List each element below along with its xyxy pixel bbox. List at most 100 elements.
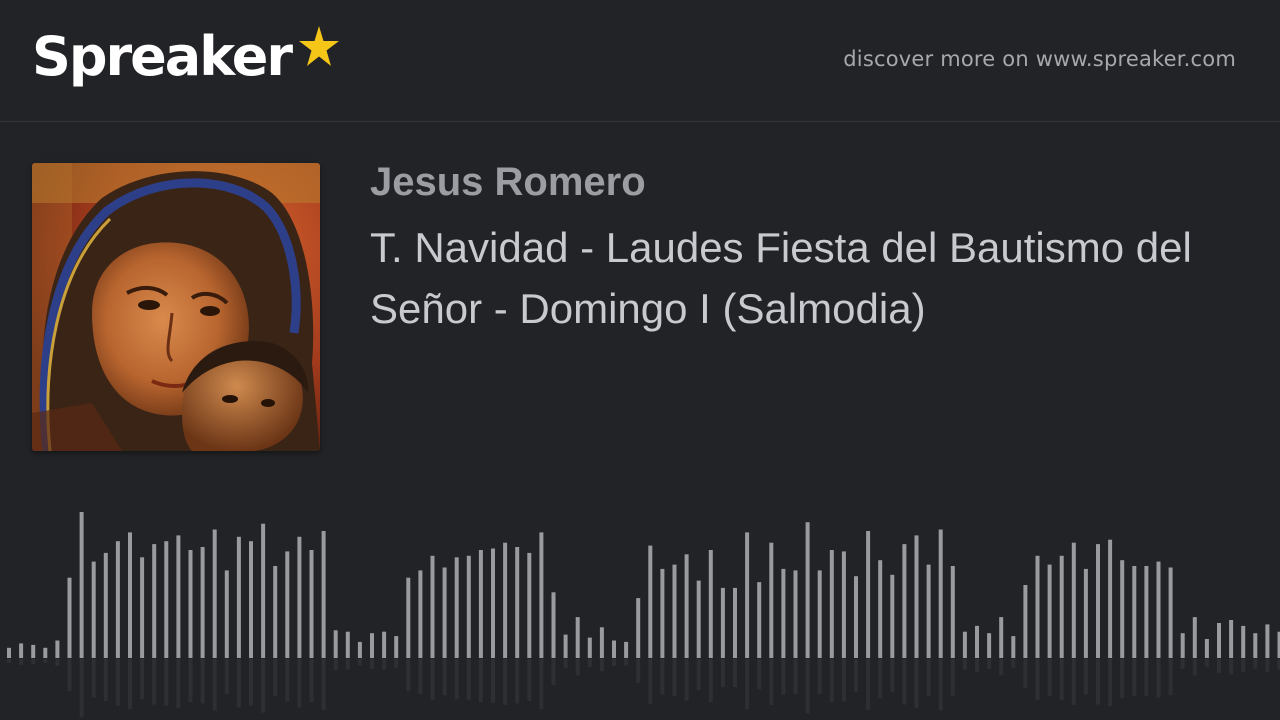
waveform-bar (91, 561, 96, 658)
waveform-bar-reflection (1253, 659, 1258, 669)
waveform-bar-reflection (430, 659, 435, 700)
waveform-bar-reflection (914, 659, 919, 709)
waveform-bar (321, 531, 326, 658)
waveform-bar (854, 576, 858, 658)
waveform-bar (164, 541, 169, 658)
waveform-bar (1144, 566, 1149, 658)
waveform-bar (975, 625, 979, 658)
spreaker-logo[interactable]: Spreaker (32, 22, 339, 102)
waveform-bar (212, 529, 217, 658)
waveform-bar-reflection (563, 659, 568, 669)
waveform-bar-reflection (805, 659, 810, 714)
waveform-bar-reflection (1204, 659, 1209, 667)
waveform-bar-reflection (793, 659, 798, 694)
waveform-bar-reflection (708, 659, 713, 703)
waveform-bar (781, 568, 786, 658)
waveform-bar-reflection (454, 659, 459, 700)
episode-cover-image (32, 163, 320, 451)
waveform-bar (1035, 555, 1040, 658)
waveform-bar-reflection (902, 659, 907, 705)
waveform-bar-reflection (1229, 659, 1234, 675)
waveform-bar-reflection (1180, 659, 1185, 669)
waveform-bar (745, 532, 750, 658)
waveform-bar (587, 637, 592, 658)
waveform-bar-reflection (769, 659, 774, 706)
waveform-bar (841, 551, 846, 658)
waveform-bar (1132, 566, 1137, 658)
waveform-bar (987, 633, 992, 658)
waveform-bar (1253, 633, 1258, 658)
waveform-bar (1265, 624, 1270, 658)
waveform-bar-reflection (491, 659, 495, 703)
waveform-bar-reflection (478, 659, 483, 703)
waveform-bar (612, 640, 616, 658)
waveform-bar-reflection (19, 659, 24, 665)
episode-title: T. Navidad - Laudes Fiesta del Bautismo … (370, 224, 1192, 332)
waveform-bar (575, 617, 580, 658)
waveform-bar (515, 547, 520, 658)
waveform-bar-reflection (321, 659, 326, 710)
star-icon (298, 26, 339, 66)
waveform-bar-reflection (140, 659, 145, 700)
waveform-bar (345, 631, 350, 658)
waveform-bar (430, 555, 435, 658)
waveform-bar-reflection (866, 659, 871, 710)
waveform-bar (1168, 567, 1173, 658)
waveform-bar (19, 643, 24, 658)
waveform-bar (224, 570, 229, 658)
waveform-bar (55, 640, 60, 658)
waveform-bar (309, 550, 314, 658)
waveform-bar (805, 522, 810, 658)
waveform-bar-reflection (975, 659, 979, 672)
waveform-bar-reflection (612, 659, 616, 666)
discover-link[interactable]: discover more on www.spreaker.com (843, 47, 1236, 71)
waveform-bar-reflection (406, 659, 411, 692)
waveform-bar (950, 566, 955, 658)
waveform-bar (176, 535, 181, 658)
waveform-bar (333, 630, 338, 658)
waveform-bar-reflection (285, 659, 290, 702)
waveform-bar (236, 536, 241, 658)
waveform-bar-reflection (261, 659, 266, 713)
waveform-bar-reflection (878, 659, 883, 699)
waveform-bar (962, 631, 967, 658)
waveform-bar-reflection (757, 659, 762, 690)
waveform-bar (1192, 617, 1197, 658)
waveform-bar (1083, 568, 1088, 658)
waveform-bar-reflection (950, 659, 955, 696)
waveform-bar-reflection (115, 659, 120, 706)
waveform-bar (115, 541, 120, 658)
waveform-bar (31, 644, 36, 658)
waveform-bar (684, 554, 689, 658)
waveform-bar-reflection (43, 659, 48, 664)
waveform-bar (793, 570, 798, 658)
waveform-bar-reflection (539, 659, 544, 710)
waveform-bar (696, 580, 701, 658)
waveform-bar-reflection (333, 659, 338, 671)
waveform-bar (1180, 633, 1185, 658)
waveform-bar-reflection (841, 659, 846, 702)
waveform-bar (1156, 561, 1161, 658)
waveform-bar-reflection (696, 659, 701, 690)
waveform-bar-reflection (660, 659, 665, 695)
waveform-bar (733, 587, 737, 658)
waveform-bar-reflection (345, 659, 350, 670)
waveform-bar-reflection (1071, 659, 1076, 706)
waveform-bar-reflection (79, 659, 84, 718)
episode-author[interactable]: Jesus Romero (370, 160, 646, 205)
waveform-bar (406, 577, 411, 658)
waveform-bar-reflection (1108, 659, 1113, 707)
waveform-bar-reflection (394, 659, 399, 668)
waveform-bar-reflection (224, 659, 229, 694)
waveform-bar-reflection (636, 659, 641, 683)
waveform-bar-reflection (624, 659, 629, 666)
waveform-bar (1047, 564, 1052, 658)
waveform-bar (1059, 555, 1064, 658)
waveform-bar-reflection (503, 659, 508, 706)
waveform-bar (866, 531, 871, 658)
waveform-bar (1023, 585, 1028, 658)
audio-waveform[interactable] (0, 500, 1280, 720)
waveform-bar (1071, 542, 1076, 658)
waveform-bar-reflection (551, 659, 556, 686)
waveform-bar (1241, 625, 1246, 658)
